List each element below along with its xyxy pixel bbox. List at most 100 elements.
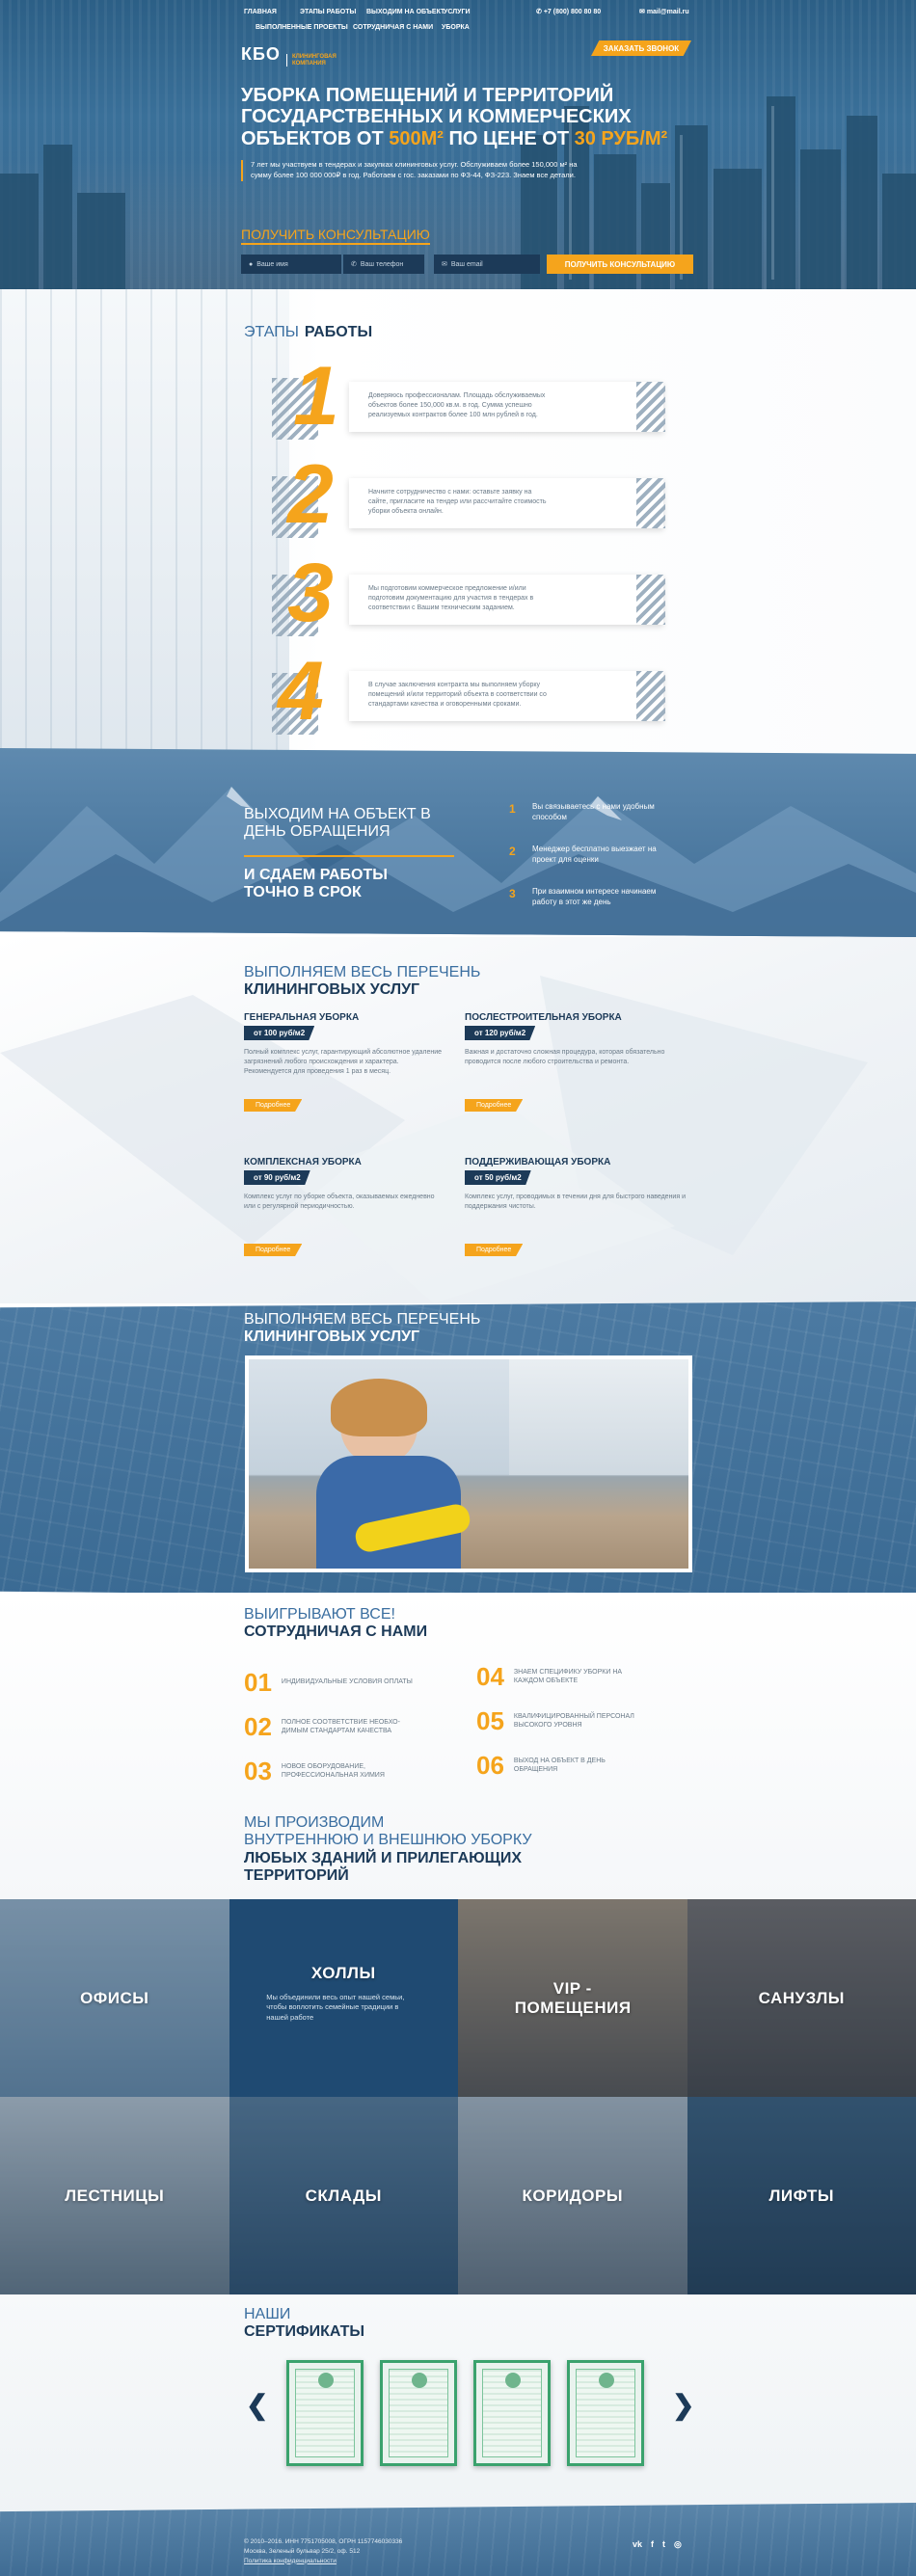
certificate-image[interactable] [286, 2360, 364, 2466]
visit-title-light: Выходим на объект в день обращения [244, 806, 431, 841]
step-number: 1 [293, 350, 339, 443]
visit-title-bold: И сдаем работы точно в срок [244, 867, 388, 901]
service-price: от 100 руб/м2 [244, 1026, 315, 1040]
step-card: В случае заключения контракта мы выполня… [349, 671, 663, 721]
vk-icon[interactable]: vk [633, 2539, 642, 2550]
tile-corridors[interactable]: Коридоры [458, 2097, 687, 2294]
nav-home[interactable]: Главная [244, 9, 277, 15]
step-card: Начните сотрудничество с нами: оставьте … [349, 478, 663, 528]
tile-vip[interactable]: VIP - помещения [458, 1899, 687, 2097]
phone-input-icon: ✆ [351, 261, 357, 268]
mountains-image [0, 787, 916, 937]
certificates-prev-arrow-icon[interactable]: ❮ [246, 2389, 268, 2421]
steps-title: Этапы работы [244, 324, 372, 341]
email-contact[interactable]: ✉ mail@mail.ru [639, 8, 689, 15]
facebook-icon[interactable]: f [651, 2539, 654, 2550]
nav-stages[interactable]: Этапы работы [300, 9, 356, 15]
service-description: Полный комплекс услуг, гарантирующий абс… [244, 1049, 443, 1075]
privacy-link[interactable]: Политика конфиденциальности [244, 2557, 402, 2566]
benefits-left-column: 01 Индивидуальные условия оплаты 02 Полное… [244, 1660, 466, 1793]
hero-title-line2: государственных и коммерческих [241, 106, 632, 128]
benefit-item: 01 Индивидуальные условия оплаты [244, 1668, 413, 1697]
tile-halls[interactable]: Холлы Мы объединили весь опыт нашей семь… [229, 1899, 458, 2097]
step-card: Мы подготовим коммерческое предложение и… [349, 575, 663, 625]
service-title: Поддерживающая уборка [465, 1157, 611, 1167]
logo[interactable]: КБО Клининговая компания [241, 42, 354, 67]
logo-mark: КБО [241, 44, 281, 65]
service-card: Комплексная уборка от 90 руб/м2 Комплекс… [244, 1157, 446, 1256]
email-address: mail@mail.ru [646, 9, 689, 15]
objects-title: Мы производим внутреннюю и внешнюю уборк… [244, 1814, 532, 1885]
steps-title-bold: работы [304, 324, 373, 340]
benefit-item: 04 Знаем специфику уборки на каждом объек… [476, 1662, 623, 1691]
step-number: 2 [287, 448, 334, 541]
email-input[interactable]: ✉ Ваш email [434, 255, 540, 274]
name-input[interactable]: ● Ваше имя [241, 255, 341, 274]
hero-section: Главная Этапы работы Выходим на объект У… [0, 0, 916, 289]
visit-item: 1 Вы связываетесь с нами удобным способо… [509, 802, 655, 821]
social-links: vk f t ◎ [633, 2539, 682, 2550]
benefits-title: Выигрывают все! Сотрудничая с нами [244, 1606, 428, 1641]
step-number: 3 [287, 547, 334, 639]
benefit-item: 03 Новое оборудование, профессиональная х… [244, 1757, 385, 1785]
service-card: Послестроительная уборка от 120 руб/м2 В… [465, 1012, 691, 1112]
benefit-item: 06 Выход на объект в день обращения [476, 1751, 606, 1780]
service-price: от 50 руб/м2 [465, 1170, 531, 1185]
kitchen-shape [509, 1359, 688, 1475]
service-more-button[interactable]: Подробнее [465, 1244, 524, 1256]
tile-elevators[interactable]: Лифты [687, 2097, 916, 2294]
footer [0, 2503, 916, 2576]
hair-shape [331, 1379, 427, 1436]
visit-item: 2 Менеджер бесплатно выезжает на проект … [509, 845, 657, 864]
tile-warehouses[interactable]: Склады [229, 2097, 458, 2294]
callback-button[interactable]: Заказать звонок [591, 40, 691, 56]
phone-icon: ✆ [536, 9, 544, 15]
visit-list: 1 Вы связываетесь с нами удобным способо… [509, 802, 702, 929]
certificates-next-arrow-icon[interactable]: ❯ [672, 2389, 694, 2421]
footer-address: Москва, Зеленый бульвар 25/2, оф. 512 [244, 2547, 361, 2555]
hero-lead: 7 лет мы участвуем в тендерах и закупках… [241, 160, 588, 181]
mail-icon: ✉ [639, 9, 647, 15]
phone-contact[interactable]: ✆ +7 (800) 800 80 80 [536, 8, 601, 15]
certificate-image[interactable] [380, 2360, 457, 2466]
benefits-right-column: 04 Знаем специфику уборки на каждом объек… [476, 1654, 698, 1787]
service-price: от 120 руб/м2 [465, 1026, 536, 1040]
service-card: Генеральная уборка от 100 руб/м2 Полный … [244, 1012, 446, 1112]
service-card: Поддерживающая уборка от 50 руб/м2 Компл… [465, 1157, 691, 1256]
certificate-image[interactable] [473, 2360, 551, 2466]
step-card-hatch [636, 575, 665, 625]
tile-stairs[interactable]: Лестницы [0, 2097, 229, 2294]
nav-visit[interactable]: Выходим на объект [366, 9, 445, 15]
instagram-icon[interactable]: ◎ [674, 2539, 682, 2550]
twitter-icon[interactable]: t [662, 2539, 665, 2550]
phone-number: +7 (800) 800 80 80 [543, 9, 602, 15]
footer-info: © 2010–2016. ИНН 7751705008, ОГРН 115774… [244, 2537, 402, 2565]
nav-projects[interactable]: Выполненные проекты [256, 24, 348, 31]
nav-cooperation[interactable]: Сотрудничая с нами [353, 24, 433, 31]
cleaning-woman-photo [245, 1355, 692, 1572]
hero-headline: Уборка помещений и территорий государств… [241, 85, 694, 149]
services-title: Выполняем весь перечень клининговых услу… [244, 964, 481, 999]
certificates-title: Наши Сертификаты [244, 2306, 365, 2341]
benefit-item: 05 Квалифицированный персонал высокого ур… [476, 1706, 634, 1735]
footer-background-image [0, 2503, 916, 2576]
certificate-image[interactable] [567, 2360, 644, 2466]
step-card-hatch [636, 478, 665, 528]
visit-divider [244, 855, 454, 857]
visit-section [0, 748, 916, 937]
consult-submit-button[interactable]: Получить консультацию [547, 255, 693, 274]
service-description: Комплекс услуг, проводимых в течении дня… [465, 1194, 686, 1210]
nav-cleaning[interactable]: Уборка [442, 24, 470, 31]
tile-restrooms[interactable]: Санузлы [687, 1899, 916, 2097]
visit-item: 3 При взаимном интересе начинаем работу … [509, 887, 657, 906]
service-price: от 90 руб/м2 [244, 1170, 310, 1185]
tile-offices[interactable]: Офисы [0, 1899, 229, 2097]
nav-services[interactable]: Услуги [444, 9, 471, 15]
service-more-button[interactable]: Подробнее [244, 1244, 303, 1256]
phone-input[interactable]: ✆ Ваш телефон [343, 255, 424, 274]
user-icon: ● [249, 260, 254, 268]
service-more-button[interactable]: Подробнее [244, 1099, 303, 1112]
benefit-item: 02 Полное соответствие необхо-димым станд… [244, 1712, 400, 1741]
halls-description: Мы объединили весь опыт нашей семьи, что… [266, 1992, 405, 2022]
service-more-button[interactable]: Подробнее [465, 1099, 524, 1112]
